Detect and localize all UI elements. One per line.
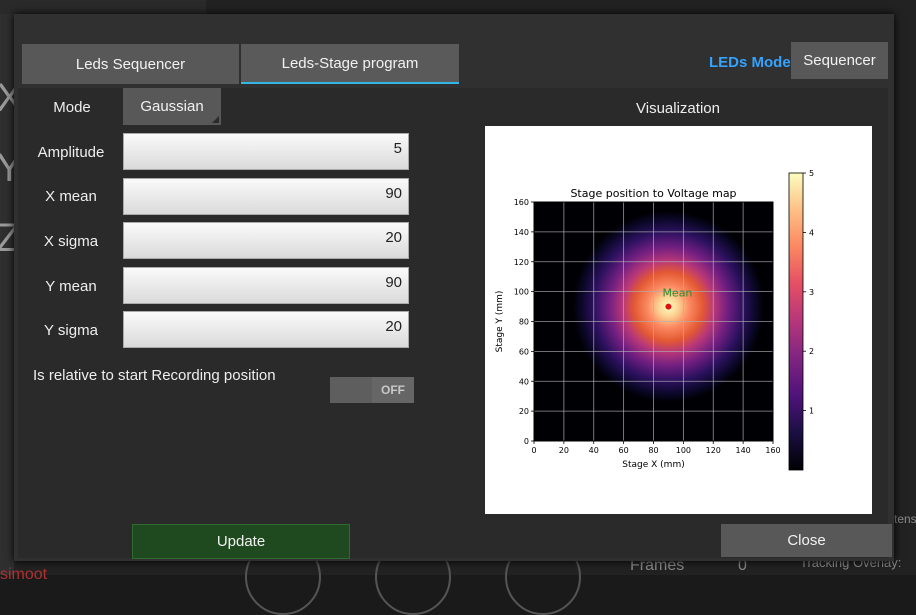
y-axis-label: Stage Y (mm) [495, 291, 505, 353]
close-button[interactable]: Close [721, 524, 892, 557]
x-tick-label: 160 [765, 446, 780, 455]
background-bar [0, 0, 206, 14]
colorbar-ticks: 1 2 3 4 5 [803, 169, 814, 416]
relative-position-toggle[interactable]: OFF [330, 377, 414, 403]
y-tick-label: 40 [519, 377, 529, 386]
mean-annotation: Mean [662, 287, 692, 300]
amplitude-label: Amplitude [37, 144, 105, 161]
colorbar-tick-label: 2 [809, 347, 814, 356]
x-tick-label: 80 [648, 446, 658, 455]
chart-title: Stage position to Voltage map [570, 187, 736, 200]
tab-leds-stage-program[interactable]: Leds-Stage program [241, 44, 459, 84]
y-sigma-input[interactable]: 20 [123, 311, 409, 348]
update-button[interactable]: Update [132, 524, 350, 559]
leds-mode-dropdown[interactable]: Sequencer [791, 42, 888, 79]
y-tick-label: 80 [519, 318, 529, 327]
leds-mode-label: LEDs Mode [709, 54, 791, 71]
colorbar-tick-label: 5 [809, 169, 814, 178]
colorbar [788, 172, 804, 471]
leds-dialog: Leds Sequencer Leds-Stage program LEDs M… [14, 14, 894, 561]
tab-leds-sequencer[interactable]: Leds Sequencer [22, 44, 239, 84]
stage-program-panel: Mode Gaussian Amplitude 5 X mean 90 X si… [18, 88, 892, 559]
colorbar-tick-label: 4 [809, 228, 814, 237]
mean-point [665, 303, 672, 310]
y-tick-label: 120 [514, 258, 529, 267]
heatmap-chart: Stage position to Voltage map 0 20 40 60 80 1… [495, 169, 814, 471]
y-mean-input[interactable]: 90 [123, 267, 409, 304]
x-tick-label: 140 [735, 446, 750, 455]
x-mean-input[interactable]: 90 [123, 178, 409, 215]
y-sigma-label: Y sigma [44, 322, 98, 339]
x-tick-label: 20 [559, 446, 569, 455]
relative-position-label: Is relative to start Recording position [33, 367, 276, 384]
x-tick-label: 0 [531, 446, 536, 455]
y-mean-label: Y mean [45, 278, 97, 295]
x-axis-label: Stage X (mm) [622, 460, 684, 470]
visualization-title: Visualization [636, 100, 720, 117]
toggle-state: OFF [372, 377, 414, 403]
x-sigma-label: X sigma [43, 233, 99, 250]
amplitude-input[interactable]: 5 [123, 133, 409, 170]
x-tick-label: 100 [676, 446, 691, 455]
x-mean-label: X mean [45, 188, 97, 205]
background-edge-text: tens [894, 512, 916, 526]
y-tick-label: 140 [514, 228, 529, 237]
dropdown-corner-icon [212, 116, 219, 123]
mode-dropdown[interactable]: Gaussian [123, 88, 221, 125]
x-tick-label: 40 [589, 446, 599, 455]
y-tick-label: 60 [519, 347, 529, 356]
x-tick-label: 120 [706, 446, 721, 455]
y-tick-label: 160 [514, 198, 529, 207]
visualization-plot: Stage position to Voltage map 0 20 40 60 80 1… [485, 126, 872, 514]
y-tick-label: 20 [519, 407, 529, 416]
y-tick-label: 0 [524, 437, 529, 446]
colorbar-tick-label: 3 [809, 288, 814, 297]
y-tick-label: 100 [514, 288, 529, 297]
toggle-knob [330, 377, 372, 403]
x-tick-label: 60 [619, 446, 629, 455]
x-sigma-input[interactable]: 20 [123, 222, 409, 259]
mode-dropdown-value: Gaussian [140, 98, 204, 115]
background-text: simoot [0, 566, 48, 583]
mode-label: Mode [53, 99, 91, 116]
colorbar-tick-label: 1 [809, 407, 814, 416]
